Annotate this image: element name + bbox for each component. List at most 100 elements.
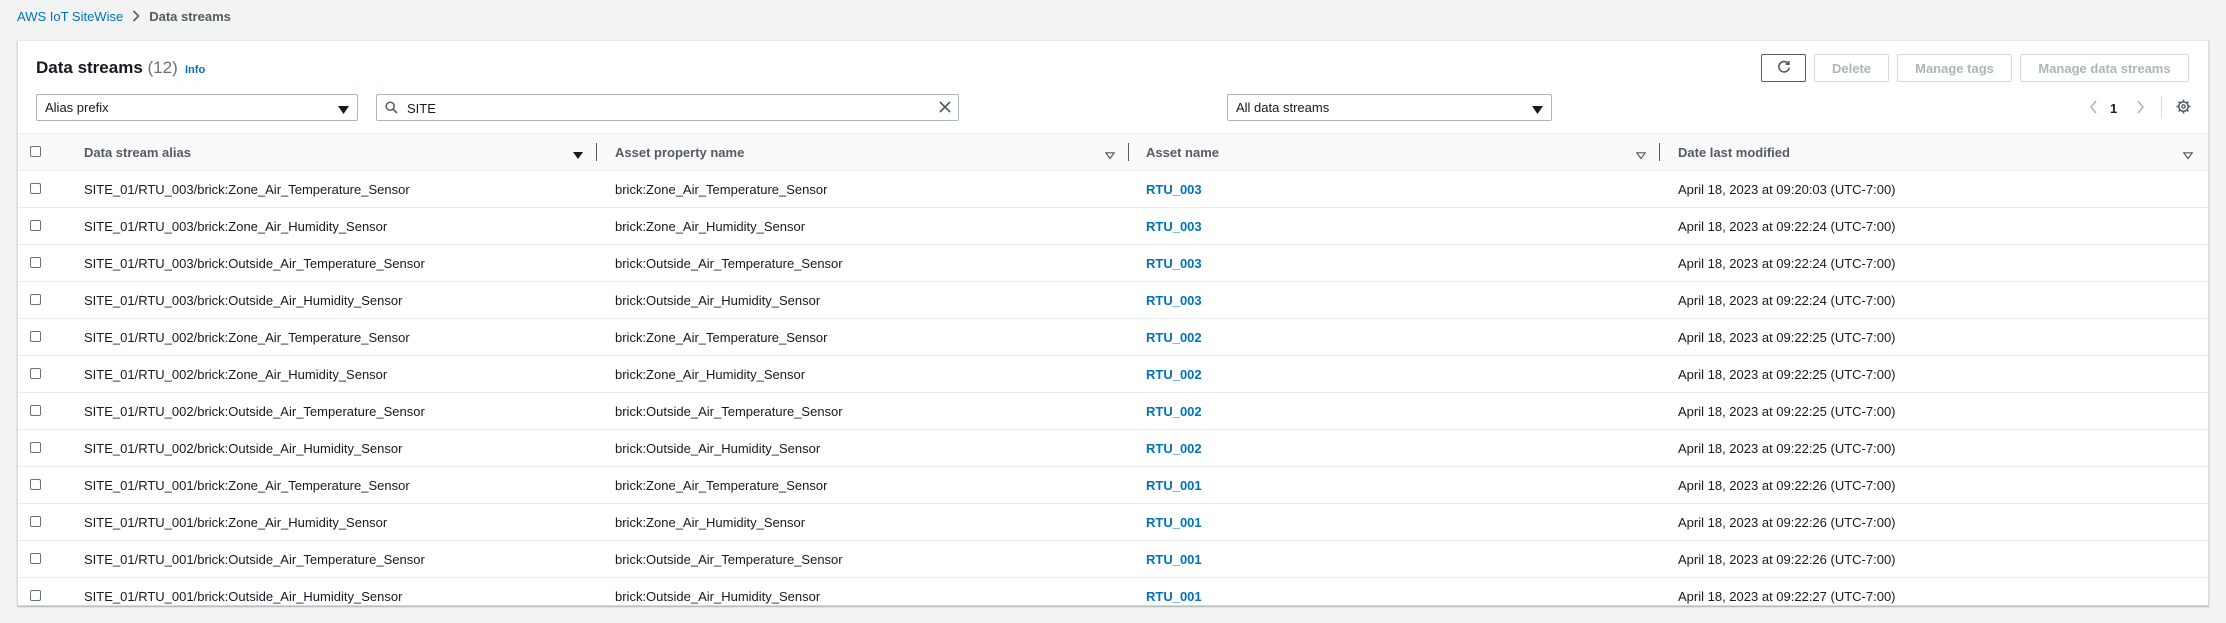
row-checkbox[interactable]: [30, 516, 41, 527]
alias-prefix-select[interactable]: Alias prefix: [36, 94, 358, 121]
table-body: SITE_01/RTU_003/brick:Zone_Air_Temperatu…: [18, 171, 2208, 614]
table-row: SITE_01/RTU_002/brick:Outside_Air_Temper…: [18, 393, 2208, 430]
column-divider[interactable]: [596, 143, 597, 161]
row-checkbox[interactable]: [30, 553, 41, 564]
cell-property: brick:Zone_Air_Humidity_Sensor: [615, 366, 806, 382]
cell-alias: SITE_01/RTU_002/brick:Outside_Air_Humidi…: [84, 440, 403, 456]
cell-date: April 18, 2023 at 09:22:25 (UTC-7:00): [1678, 403, 1896, 419]
column-divider[interactable]: [1659, 143, 1660, 161]
asset-link[interactable]: RTU_003: [1146, 282, 1202, 318]
row-checkbox[interactable]: [30, 220, 41, 231]
row-checkbox[interactable]: [30, 442, 41, 453]
table-row: SITE_01/RTU_003/brick:Zone_Air_Temperatu…: [18, 171, 2208, 208]
asset-link[interactable]: RTU_002: [1146, 319, 1202, 355]
column-header-asset[interactable]: Asset name: [1146, 134, 1219, 170]
asset-link[interactable]: RTU_003: [1146, 245, 1202, 281]
table-row: SITE_01/RTU_001/brick:Zone_Air_Humidity_…: [18, 504, 2208, 541]
cell-alias: SITE_01/RTU_003/brick:Zone_Air_Temperatu…: [84, 181, 410, 197]
refresh-button[interactable]: [1761, 54, 1806, 82]
cell-date: April 18, 2023 at 09:22:24 (UTC-7:00): [1678, 218, 1896, 234]
cell-property: brick:Outside_Air_Humidity_Sensor: [615, 440, 821, 456]
cell-alias: SITE_01/RTU_001/brick:Outside_Air_Temper…: [84, 551, 425, 567]
row-checkbox[interactable]: [30, 368, 41, 379]
column-header-alias[interactable]: Data stream alias: [84, 134, 191, 170]
table-row: SITE_01/RTU_003/brick:Zone_Air_Humidity_…: [18, 208, 2208, 245]
table-row: SITE_01/RTU_001/brick:Outside_Air_Humidi…: [18, 578, 2208, 614]
cell-date: April 18, 2023 at 09:22:26 (UTC-7:00): [1678, 477, 1896, 493]
sort-icon[interactable]: [1104, 147, 1116, 165]
manage-data-streams-button[interactable]: Manage data streams: [2020, 54, 2189, 82]
chevron-right-icon[interactable]: [2136, 100, 2145, 119]
cell-alias: SITE_01/RTU_002/brick:Zone_Air_Humidity_…: [84, 366, 388, 382]
chevron-left-icon[interactable]: [2089, 100, 2098, 119]
table-row: SITE_01/RTU_003/brick:Outside_Air_Temper…: [18, 245, 2208, 282]
table-row: SITE_01/RTU_001/brick:Zone_Air_Temperatu…: [18, 467, 2208, 504]
cell-property: brick:Outside_Air_Temperature_Sensor: [615, 403, 843, 419]
search-input[interactable]: SITE: [376, 94, 959, 121]
row-checkbox[interactable]: [30, 405, 41, 416]
cell-alias: SITE_01/RTU_003/brick:Zone_Air_Humidity_…: [84, 218, 388, 234]
cell-date: April 18, 2023 at 09:22:25 (UTC-7:00): [1678, 440, 1896, 456]
row-checkbox[interactable]: [30, 590, 41, 601]
cell-alias: SITE_01/RTU_003/brick:Outside_Air_Temper…: [84, 255, 425, 271]
select-all-checkbox[interactable]: [30, 146, 41, 157]
cell-property: brick:Outside_Air_Temperature_Sensor: [615, 255, 843, 271]
table-row: SITE_01/RTU_001/brick:Outside_Air_Temper…: [18, 541, 2208, 578]
info-link[interactable]: Info: [185, 64, 205, 76]
column-header-date[interactable]: Date last modified: [1678, 134, 1790, 170]
alias-prefix-value: Alias prefix: [45, 100, 109, 115]
cell-alias: SITE_01/RTU_003/brick:Outside_Air_Humidi…: [84, 292, 403, 308]
breadcrumb-link-sitewise[interactable]: AWS IoT SiteWise: [17, 9, 123, 24]
row-checkbox[interactable]: [30, 331, 41, 342]
cell-date: April 18, 2023 at 09:22:25 (UTC-7:00): [1678, 329, 1896, 345]
data-streams-filter-value: All data streams: [1236, 100, 1330, 115]
cell-alias: SITE_01/RTU_002/brick:Zone_Air_Temperatu…: [84, 329, 410, 345]
sort-descending-icon[interactable]: [573, 147, 583, 165]
cell-alias: SITE_01/RTU_001/brick:Zone_Air_Humidity_…: [84, 514, 388, 530]
cell-property: brick:Zone_Air_Temperature_Sensor: [615, 477, 828, 493]
breadcrumb: AWS IoT SiteWise Data streams: [17, 6, 231, 26]
asset-link[interactable]: RTU_003: [1146, 171, 1202, 207]
row-checkbox[interactable]: [30, 294, 41, 305]
item-count: (12): [147, 58, 178, 77]
caret-down-icon: [338, 103, 349, 118]
search-value: SITE: [407, 101, 436, 116]
data-streams-filter-select[interactable]: All data streams: [1227, 94, 1552, 121]
column-divider[interactable]: [1128, 143, 1129, 161]
cell-property: brick:Zone_Air_Humidity_Sensor: [615, 218, 806, 234]
page-title: Data streams (12): [36, 58, 178, 78]
gear-icon[interactable]: [2176, 99, 2191, 119]
cell-property: brick:Outside_Air_Temperature_Sensor: [615, 551, 843, 567]
data-streams-table-container: Data streams (12) Info Delete Manage tag…: [17, 40, 2209, 606]
asset-link[interactable]: RTU_002: [1146, 430, 1202, 466]
delete-button[interactable]: Delete: [1814, 54, 1889, 82]
row-checkbox[interactable]: [30, 257, 41, 268]
asset-link[interactable]: RTU_002: [1146, 393, 1202, 429]
asset-link[interactable]: RTU_002: [1146, 356, 1202, 392]
table-row: SITE_01/RTU_003/brick:Outside_Air_Humidi…: [18, 282, 2208, 319]
manage-tags-button[interactable]: Manage tags: [1897, 54, 2012, 82]
cell-date: April 18, 2023 at 09:22:26 (UTC-7:00): [1678, 514, 1896, 530]
cell-property: brick:Outside_Air_Humidity_Sensor: [615, 588, 821, 604]
clear-icon[interactable]: [938, 100, 952, 119]
row-checkbox[interactable]: [30, 479, 41, 490]
asset-link[interactable]: RTU_001: [1146, 467, 1202, 503]
sort-icon[interactable]: [1635, 147, 1647, 165]
cell-property: brick:Outside_Air_Humidity_Sensor: [615, 292, 821, 308]
asset-link[interactable]: RTU_001: [1146, 504, 1202, 540]
column-header-property[interactable]: Asset property name: [615, 134, 744, 170]
asset-link[interactable]: RTU_003: [1146, 208, 1202, 244]
cell-property: brick:Zone_Air_Humidity_Sensor: [615, 514, 806, 530]
cell-date: April 18, 2023 at 09:22:27 (UTC-7:00): [1678, 588, 1896, 604]
row-checkbox[interactable]: [30, 183, 41, 194]
cell-alias: SITE_01/RTU_002/brick:Outside_Air_Temper…: [84, 403, 425, 419]
cell-date: April 18, 2023 at 09:22:24 (UTC-7:00): [1678, 292, 1896, 308]
cell-date: April 18, 2023 at 09:20:03 (UTC-7:00): [1678, 181, 1896, 197]
asset-link[interactable]: RTU_001: [1146, 578, 1202, 614]
cell-alias: SITE_01/RTU_001/brick:Outside_Air_Humidi…: [84, 588, 403, 604]
cell-property: brick:Zone_Air_Temperature_Sensor: [615, 181, 828, 197]
page-number[interactable]: 1: [2110, 101, 2117, 116]
asset-link[interactable]: RTU_001: [1146, 541, 1202, 577]
refresh-icon: [1777, 60, 1791, 77]
sort-icon[interactable]: [2182, 147, 2194, 165]
